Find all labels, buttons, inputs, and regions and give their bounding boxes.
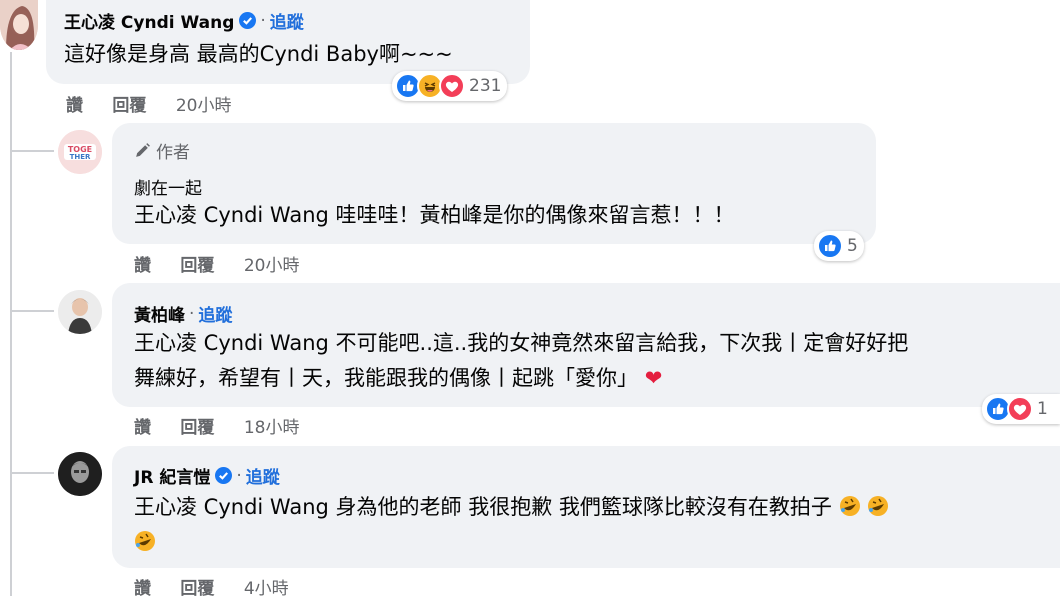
reaction-summary[interactable]: 1: [982, 394, 1060, 424]
love-reaction-icon: [1007, 396, 1033, 422]
rolling-laughing-emoji: [868, 496, 889, 516]
reaction-count: 231: [469, 76, 502, 96]
timestamp[interactable]: 20小時: [244, 256, 300, 276]
separator-dot: ·: [236, 465, 242, 486]
author-tag-label: 作者: [156, 143, 190, 163]
verified-badge-icon: [239, 12, 257, 29]
reaction-summary[interactable]: 231: [392, 71, 508, 101]
reply-button[interactable]: 回覆: [180, 418, 214, 438]
verified-badge-icon: [215, 467, 233, 484]
red-heart-emoji: ❤: [644, 366, 663, 390]
separator-dot: ·: [260, 10, 266, 31]
reaction-count: 1: [1037, 399, 1048, 419]
thread-connector: [10, 472, 54, 474]
like-reaction-icon: [817, 233, 843, 259]
author-name[interactable]: 王心凌 Cyndi Wang: [64, 8, 234, 33]
like-button[interactable]: 讚: [66, 96, 83, 116]
thread-line: [10, 52, 12, 596]
comment-author: JR 紀言愷 · 追蹤: [134, 463, 280, 489]
avatar[interactable]: [58, 452, 102, 496]
comment-text-line: 舞練好，希望有丨天，我能跟我的偶像丨起跳「愛你」 ❤: [134, 362, 662, 394]
comment-author: 黃柏峰 · 追蹤: [134, 301, 232, 327]
follow-link[interactable]: 追蹤: [270, 8, 304, 33]
comment-author[interactable]: 劇在一起: [134, 174, 202, 199]
follow-link[interactable]: 追蹤: [198, 301, 232, 326]
comment-actions: 讚 回覆 18小時: [134, 413, 323, 438]
avatar[interactable]: [0, 0, 38, 50]
pencil-icon: [136, 143, 150, 157]
comment-actions: 讚 回覆 4小時: [134, 574, 313, 599]
reply-button[interactable]: 回覆: [112, 96, 146, 116]
thread-connector: [10, 150, 54, 152]
comment-text-continued: 舞練好，希望有丨天，我能跟我的偶像丨起跳「愛你」: [134, 366, 638, 390]
reply-button[interactable]: 回覆: [180, 579, 214, 599]
separator-dot: ·: [189, 303, 195, 324]
comment-author: 王心凌 Cyndi Wang · 追蹤: [64, 8, 304, 34]
avatar[interactable]: [58, 290, 102, 334]
reply-button[interactable]: 回覆: [180, 256, 214, 276]
love-reaction-icon: [439, 73, 465, 99]
rolling-laughing-emoji: [839, 496, 860, 516]
like-button[interactable]: 讚: [134, 418, 151, 438]
follow-link[interactable]: 追蹤: [246, 463, 280, 488]
avatar[interactable]: TOGE THER: [58, 130, 102, 174]
author-name[interactable]: JR 紀言愷: [134, 463, 210, 488]
reaction-count: 5: [847, 236, 858, 256]
rolling-laughing-emoji: [135, 531, 155, 551]
svg-text:THER: THER: [70, 153, 91, 161]
like-button[interactable]: 讚: [134, 579, 151, 599]
author-name[interactable]: 黃柏峰: [134, 301, 185, 326]
timestamp[interactable]: 18小時: [244, 418, 300, 438]
comment-text-line: 王心凌 Cyndi Wang 不可能吧..這..我的女神竟然來留言給我，下次我丨…: [134, 331, 909, 355]
author-badge: 作者: [134, 138, 190, 163]
comment-text: 這好像是身高 最高的Cyndi Baby啊~~~: [64, 42, 453, 66]
reaction-summary[interactable]: 5: [814, 231, 864, 261]
timestamp[interactable]: 20小時: [176, 96, 232, 116]
like-button[interactable]: 讚: [134, 256, 151, 276]
comment-text: 王心凌 Cyndi Wang 身為他的老師 我很抱歉 我們籃球隊比較沒有在教拍子: [134, 495, 832, 519]
timestamp[interactable]: 4小時: [244, 579, 289, 599]
comment-actions: 讚 回覆 20小時: [66, 91, 255, 116]
thread-connector: [10, 310, 54, 312]
comment-text-line: [134, 526, 156, 558]
comment-text: 王心凌 Cyndi Wang 哇哇哇！黃柏峰是你的偶像來留言惹！！！: [134, 203, 735, 227]
comment-text-line: 王心凌 Cyndi Wang 身為他的老師 我很抱歉 我們籃球隊比較沒有在教拍子: [134, 491, 889, 523]
comment-actions: 讚 回覆 20小時: [134, 251, 323, 276]
